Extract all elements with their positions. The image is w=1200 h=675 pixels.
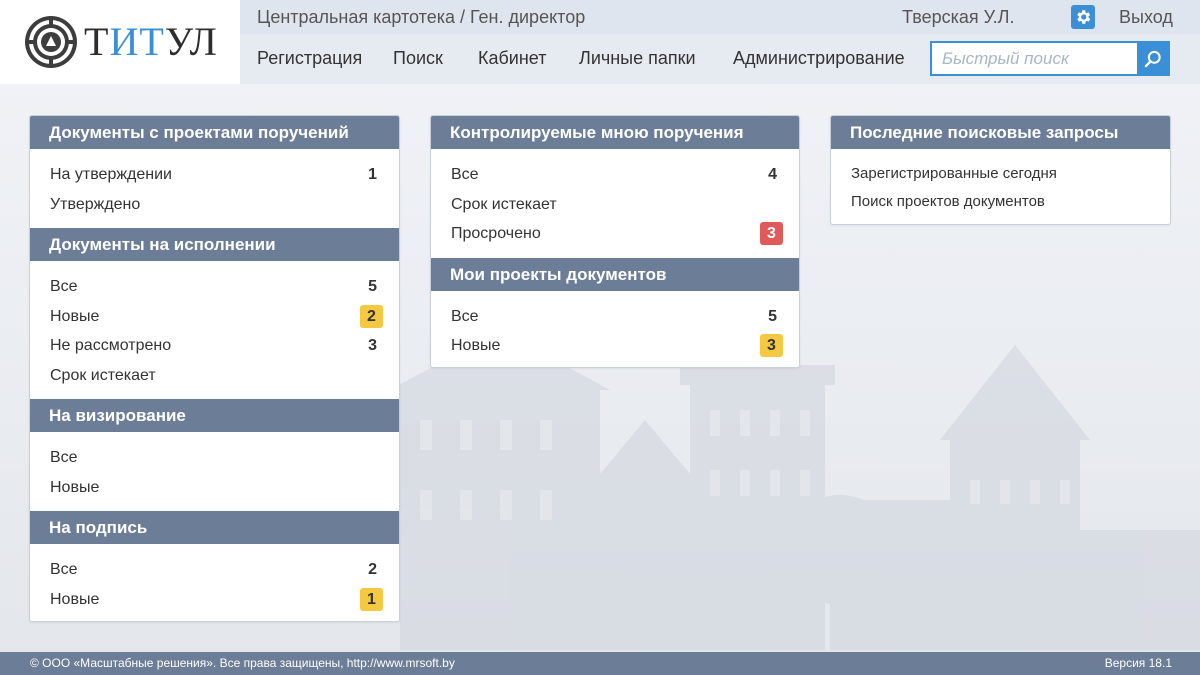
logo-emblem-icon bbox=[25, 16, 77, 68]
section-header-recent-searches: Последние поисковые запросы bbox=[831, 116, 1170, 149]
gear-icon bbox=[1077, 10, 1091, 24]
list-item-not-reviewed[interactable]: Не рассмотрено 3 bbox=[30, 331, 399, 361]
new-count-badge: 2 bbox=[360, 304, 383, 328]
item-count: 5 bbox=[368, 278, 377, 295]
nav-item-cabinet[interactable]: Кабинет bbox=[478, 48, 546, 69]
list-item-deadline-expiring[interactable]: Срок истекает bbox=[30, 361, 399, 391]
app-logo[interactable]: ТИТУЛ bbox=[0, 0, 240, 84]
item-count: 3 bbox=[368, 337, 377, 354]
list-item-all[interactable]: Все 2 bbox=[30, 555, 399, 585]
section-header-for-endorsement: На визирование bbox=[30, 399, 399, 432]
list-item-all[interactable]: Все bbox=[30, 443, 399, 473]
nav-item-administration[interactable]: Администрирование bbox=[733, 48, 905, 69]
breadcrumb: Центральная картотека / Ген. директор bbox=[257, 7, 586, 27]
list-item-approved[interactable]: Утверждено bbox=[30, 190, 399, 220]
nav-item-registration[interactable]: Регистрация bbox=[257, 48, 362, 69]
logo-text: ТИТУЛ bbox=[84, 19, 218, 64]
new-count-badge: 1 bbox=[360, 587, 383, 611]
section-header-for-signature: На подпись bbox=[30, 511, 399, 544]
list-item-all[interactable]: Все 4 bbox=[431, 160, 799, 190]
section-header-my-draft-documents: Мои проекты документов bbox=[431, 257, 799, 291]
panel-left: Документы с проектами поручений На утвер… bbox=[29, 115, 400, 622]
app-header: ТИТУЛ Центральная картотека / Ген. дирек… bbox=[0, 0, 1200, 84]
new-count-badge: 3 bbox=[760, 334, 783, 357]
magnifier-icon bbox=[1144, 50, 1161, 67]
list-item-new[interactable]: Новые bbox=[30, 473, 399, 503]
logout-link[interactable]: Выход bbox=[1119, 7, 1173, 28]
item-count: 5 bbox=[768, 307, 777, 325]
current-user-name[interactable]: Тверская У.Л. bbox=[902, 7, 1014, 28]
version-text: Версия 18.1 bbox=[1104, 656, 1172, 670]
panel-recent-searches: Последние поисковые запросы Зарегистриро… bbox=[830, 115, 1171, 225]
nav-item-personal-folders[interactable]: Личные папки bbox=[579, 48, 696, 69]
overdue-count-badge: 3 bbox=[760, 222, 783, 245]
section-header-in-execution: Документы на исполнении bbox=[30, 228, 399, 261]
list-item-new[interactable]: Новые 3 bbox=[431, 331, 799, 361]
recent-search-registered-today[interactable]: Зарегистрированные сегодня bbox=[831, 160, 1170, 188]
item-count: 4 bbox=[768, 166, 777, 183]
list-item-overdue[interactable]: Просрочено 3 bbox=[431, 219, 799, 249]
app-footer: © ООО «Масштабные решения». Все права за… bbox=[0, 652, 1200, 675]
recent-search-draft-documents[interactable]: Поиск проектов документов bbox=[831, 188, 1170, 216]
section-header-assignment-projects: Документы с проектами поручений bbox=[30, 116, 399, 149]
list-item-new[interactable]: Новые 2 bbox=[30, 302, 399, 332]
nav-item-search[interactable]: Поиск bbox=[393, 48, 443, 69]
quick-search bbox=[930, 41, 1170, 76]
section-header-controlled-assignments: Контролируемые мною поручения bbox=[431, 116, 799, 149]
item-count: 2 bbox=[368, 561, 377, 578]
copyright-text: © ООО «Масштабные решения». Все права за… bbox=[30, 656, 455, 670]
panel-middle: Контролируемые мною поручения Все 4 Срок … bbox=[430, 115, 800, 368]
settings-button[interactable] bbox=[1071, 5, 1095, 29]
quick-search-input[interactable] bbox=[932, 43, 1137, 74]
list-item-all[interactable]: Все 5 bbox=[431, 302, 799, 332]
list-item-new[interactable]: Новые 1 bbox=[30, 585, 399, 615]
list-item-all[interactable]: Все 5 bbox=[30, 272, 399, 302]
list-item-deadline-expiring[interactable]: Срок истекает bbox=[431, 190, 799, 220]
quick-search-button[interactable] bbox=[1137, 43, 1168, 74]
item-count: 1 bbox=[368, 166, 377, 183]
castle-background-image bbox=[390, 330, 1200, 650]
list-item-pending-approval[interactable]: На утверждении 1 bbox=[30, 160, 399, 190]
